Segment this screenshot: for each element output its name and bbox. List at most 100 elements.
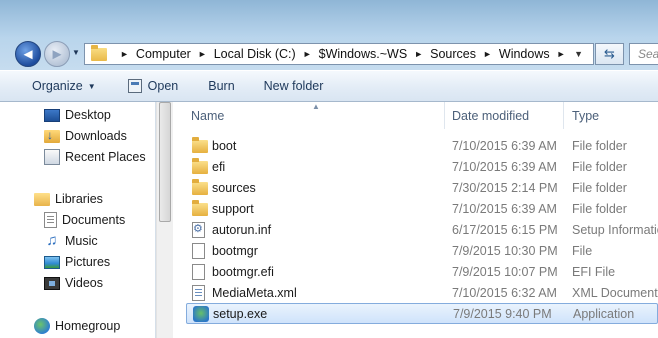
application-icon bbox=[193, 305, 209, 322]
column-divider[interactable] bbox=[444, 102, 445, 129]
file-date-modified: 7/10/2015 6:39 AM bbox=[452, 159, 557, 174]
file-type: Application bbox=[573, 306, 635, 321]
content-area: Desktop Downloads Recent Places Librarie… bbox=[0, 102, 658, 338]
file-row-setup-exe[interactable]: setup.exe 7/9/2015 9:40 PM Application bbox=[186, 303, 658, 324]
sidebar-item-label: Homegroup bbox=[55, 319, 121, 333]
breadcrumb-separator-icon[interactable]: ► bbox=[198, 49, 207, 59]
recent-places-icon bbox=[44, 149, 60, 165]
homegroup-icon bbox=[34, 318, 50, 334]
folder-icon bbox=[192, 179, 208, 195]
sidebar-item-homegroup[interactable]: Homegroup bbox=[34, 316, 120, 336]
file-name: sources bbox=[212, 180, 256, 195]
forward-arrow-icon: ► bbox=[49, 45, 65, 63]
pictures-icon bbox=[44, 255, 60, 269]
breadcrumb-separator-icon[interactable]: ► bbox=[414, 49, 423, 59]
sidebar-item-downloads[interactable]: Downloads bbox=[44, 126, 127, 146]
scrollbar-thumb[interactable] bbox=[159, 102, 171, 222]
column-header-name[interactable]: Name bbox=[191, 102, 443, 129]
burn-label: Burn bbox=[208, 79, 235, 93]
breadcrumb-separator-icon[interactable]: ► bbox=[483, 49, 492, 59]
sidebar-item-music[interactable]: ♫ Music bbox=[44, 231, 98, 251]
back-arrow-icon: ◄ bbox=[20, 45, 36, 63]
back-button[interactable]: ◄ bbox=[15, 41, 41, 67]
file-row-autorun-inf[interactable]: autorun.inf 6/17/2015 6:15 PM Setup Info… bbox=[186, 219, 658, 240]
open-button[interactable]: Open bbox=[127, 71, 178, 101]
file-date-modified: 7/10/2015 6:39 AM bbox=[452, 138, 557, 153]
file-type: File folder bbox=[572, 138, 627, 153]
xml-document-icon bbox=[192, 284, 205, 301]
sidebar-item-desktop[interactable]: Desktop bbox=[44, 105, 111, 125]
file-type: XML Document bbox=[572, 285, 658, 300]
sidebar-item-recent-places[interactable]: Recent Places bbox=[44, 147, 146, 167]
music-icon: ♫ bbox=[46, 232, 58, 249]
search-input[interactable]: Sea bbox=[629, 43, 658, 65]
burn-button[interactable]: Burn bbox=[208, 71, 234, 101]
organize-label: Organize bbox=[32, 79, 83, 93]
breadcrumb: ► Computer ► Local Disk (C:) ► $Windows.… bbox=[113, 44, 573, 64]
sidebar-item-videos[interactable]: Videos bbox=[44, 273, 103, 293]
address-row: ◄ ► ▼ ► Computer ► Local Disk (C:) ► $Wi… bbox=[0, 38, 658, 70]
sidebar-item-label: Music bbox=[65, 234, 98, 248]
sidebar-item-label: Libraries bbox=[55, 192, 103, 206]
folder-icon bbox=[192, 158, 208, 174]
setup-info-icon bbox=[192, 221, 205, 238]
sidebar-item-libraries[interactable]: Libraries bbox=[34, 189, 103, 209]
file-type: File folder bbox=[572, 159, 627, 174]
command-bar: Organize ▼ Open Burn New folder bbox=[0, 70, 658, 102]
sidebar-item-label: Recent Places bbox=[65, 150, 146, 164]
breadcrumb-item-computer[interactable]: Computer bbox=[136, 47, 191, 61]
sidebar-item-label: Downloads bbox=[65, 129, 127, 143]
folder-icon bbox=[192, 200, 208, 216]
history-dropdown-icon[interactable]: ▼ bbox=[72, 48, 80, 57]
breadcrumb-separator-icon[interactable]: ► bbox=[120, 49, 129, 59]
file-row-sources[interactable]: sources 7/30/2015 2:14 PM File folder bbox=[186, 177, 658, 198]
column-header-type[interactable]: Type bbox=[572, 102, 658, 129]
desktop-icon bbox=[44, 108, 60, 122]
new-folder-button[interactable]: New folder bbox=[264, 71, 324, 101]
downloads-icon bbox=[44, 128, 60, 143]
navigation-pane: Desktop Downloads Recent Places Librarie… bbox=[0, 102, 156, 338]
sidebar-item-label: Documents bbox=[62, 213, 126, 227]
file-row-boot[interactable]: boot 7/10/2015 6:39 AM File folder bbox=[186, 135, 658, 156]
forward-button[interactable]: ► bbox=[44, 41, 70, 67]
file-name: MediaMeta.xml bbox=[212, 285, 297, 300]
file-icon bbox=[192, 263, 205, 280]
column-header-date-modified[interactable]: Date modified bbox=[452, 102, 562, 129]
address-bar[interactable]: ► Computer ► Local Disk (C:) ► $Windows.… bbox=[84, 43, 594, 65]
sidebar-item-documents[interactable]: Documents bbox=[44, 210, 125, 230]
breadcrumb-item-windows-ws[interactable]: $Windows.~WS bbox=[319, 47, 408, 61]
file-row-bootmgr[interactable]: bootmgr 7/9/2015 10:30 PM File bbox=[186, 240, 658, 261]
breadcrumb-item-windows[interactable]: Windows bbox=[499, 47, 550, 61]
breadcrumb-item-local-disk[interactable]: Local Disk (C:) bbox=[214, 47, 296, 61]
file-row-efi[interactable]: efi 7/10/2015 6:39 AM File folder bbox=[186, 156, 658, 177]
file-row-mediameta-xml[interactable]: MediaMeta.xml 7/10/2015 6:32 AM XML Docu… bbox=[186, 282, 658, 303]
organize-button[interactable]: Organize ▼ bbox=[32, 71, 96, 101]
file-name: efi bbox=[212, 159, 226, 174]
refresh-button[interactable]: ⇆ bbox=[595, 43, 624, 65]
file-icon bbox=[192, 242, 205, 259]
file-row-support[interactable]: support 7/10/2015 6:39 AM File folder bbox=[186, 198, 658, 219]
sidebar-item-label: Pictures bbox=[65, 255, 111, 269]
file-date-modified: 7/9/2015 9:40 PM bbox=[453, 306, 552, 321]
refresh-icon: ⇆ bbox=[604, 46, 615, 61]
videos-icon bbox=[44, 276, 60, 290]
file-date-modified: 7/10/2015 6:39 AM bbox=[452, 201, 557, 216]
navigation-scrollbar[interactable] bbox=[156, 102, 173, 338]
file-row-bootmgr-efi[interactable]: bootmgr.efi 7/9/2015 10:07 PM EFI File bbox=[186, 261, 658, 282]
file-type: Setup Information bbox=[572, 222, 658, 237]
file-name: support bbox=[212, 201, 254, 216]
breadcrumb-separator-icon[interactable]: ► bbox=[303, 49, 312, 59]
open-icon bbox=[127, 79, 142, 93]
column-divider[interactable] bbox=[563, 102, 564, 129]
breadcrumb-item-sources[interactable]: Sources bbox=[430, 47, 476, 61]
file-name: autorun.inf bbox=[212, 222, 272, 237]
libraries-icon bbox=[34, 192, 50, 206]
address-dropdown-icon[interactable]: ▼ bbox=[574, 49, 583, 59]
breadcrumb-separator-icon[interactable]: ► bbox=[557, 49, 566, 59]
folder-icon bbox=[192, 137, 208, 153]
file-type: File folder bbox=[572, 180, 627, 195]
file-name: bootmgr.efi bbox=[212, 264, 274, 279]
file-date-modified: 6/17/2015 6:15 PM bbox=[452, 222, 558, 237]
file-type: File bbox=[572, 243, 593, 258]
sidebar-item-pictures[interactable]: Pictures bbox=[44, 252, 110, 272]
